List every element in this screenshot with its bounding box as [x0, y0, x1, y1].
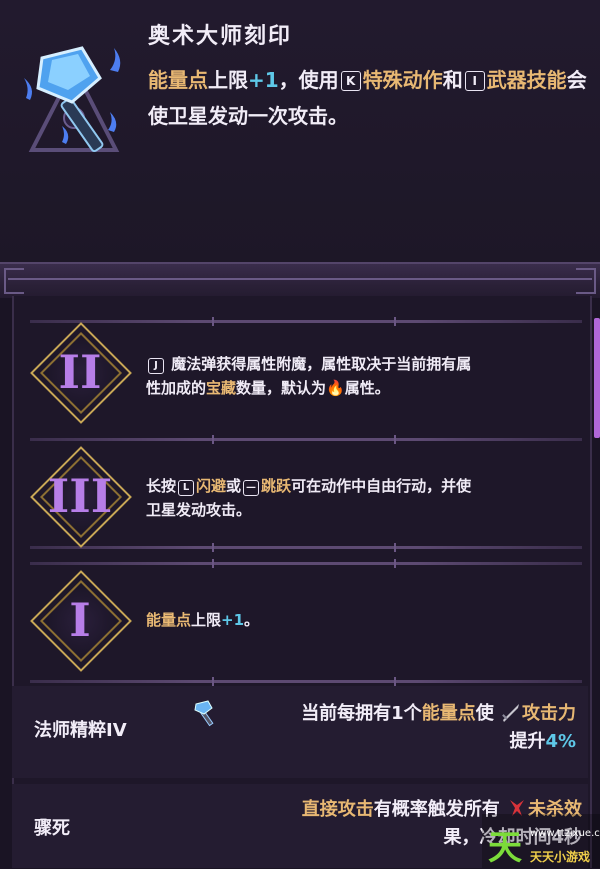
stat-text-a: 当前每拥有1个 — [301, 703, 422, 724]
plus-one-label: +1 — [221, 611, 245, 629]
desc-limit: 上限 — [208, 68, 248, 92]
watermark-logo: 天 www.ttzixue.com 天天小游戏 — [482, 814, 600, 868]
stat-text-c: 使 — [475, 703, 494, 724]
key-j-icon: J — [148, 358, 164, 374]
attack-label: 攻击力 — [522, 703, 576, 724]
stat-row-mage-essence[interactable]: 法师精粹IV 当前每拥有1个能量点使 攻击力 提升4% — [12, 686, 588, 778]
rank-numeral: II — [58, 345, 102, 399]
upgrade-1-text: 能量点上限+1。 — [146, 608, 586, 632]
watermark-char: 天 — [488, 828, 522, 868]
item-title: 奥术大师刻印 — [148, 24, 293, 49]
upgrade-2-line-a: 魔法弹获得属性附魔，属性取决于当前拥有属 — [171, 355, 472, 373]
row-divider — [30, 677, 582, 686]
desc-energy: 能量点 — [148, 68, 208, 92]
upgrade-3-text: 长按 L 闪避或 — 跳跃可在动作中自由行动，并使 卫星发动攻击。 — [146, 474, 586, 522]
stat-description: 当前每拥有1个能量点使 攻击力 提升4% — [212, 700, 576, 756]
desc-special-action: 特殊动作 — [362, 68, 443, 92]
key-l-icon: L — [178, 480, 195, 496]
item-card: 奥术大师刻印 能量点上限+1，使用 K 特殊动作和 I 武器技能会使卫星发动一次攻击。 — [0, 0, 600, 262]
stat-text-e: 提升 — [509, 731, 546, 752]
rank-badge: II — [30, 322, 132, 424]
crystal-hammer-icon — [12, 38, 132, 158]
limit-label: 上限 — [191, 611, 222, 629]
key-k-icon: K — [340, 71, 361, 91]
dodge-label: 闪避 — [196, 477, 227, 495]
watermark-site: www.ttzixue.com — [530, 828, 600, 839]
stat-percent: 4% — [545, 731, 576, 752]
energy-label: 能量点 — [421, 703, 476, 724]
jump-label: 跳跃 — [261, 477, 292, 495]
upgrade-3-line-f: 卫星发动攻击。 — [146, 501, 252, 519]
frame-corner-right — [576, 268, 596, 294]
period-label: 。 — [244, 611, 260, 629]
desc-weapon-skill: 武器技能 — [486, 68, 567, 92]
row-divider — [30, 435, 582, 444]
scrollbar[interactable] — [594, 318, 600, 438]
upgrade-2-line-b: 性加成的 — [146, 379, 207, 397]
stat-name: 法师精粹IV — [34, 720, 127, 741]
panel-frame — [0, 262, 600, 298]
fire-icon: 🔥 — [326, 379, 345, 397]
upgrade-3-or: 或 — [226, 477, 242, 495]
rank-numeral: III — [47, 469, 113, 523]
upgrade-2-line-d: 数量，默认为 — [236, 379, 327, 397]
key-i-icon: I — [464, 71, 485, 91]
watermark-label: 天天小游戏 — [530, 850, 591, 864]
item-description: 能量点上限+1，使用 K 特殊动作和 I 武器技能会使卫星发动一次攻击。 — [148, 62, 588, 134]
spacebar-key-icon: — — [243, 480, 260, 496]
frame-corner-left — [4, 268, 24, 294]
rank-badge: I — [30, 570, 132, 672]
desc-use: ，使用 — [278, 68, 339, 92]
desc-and: 和 — [442, 68, 463, 92]
row-divider — [30, 559, 582, 568]
stat-text-b: 有概率触发所有 — [373, 799, 500, 820]
frame-line — [8, 278, 592, 280]
energy-label: 能量点 — [146, 611, 192, 629]
upgrade-3-line-e: 可在动作中自由行动，并使 — [291, 477, 472, 495]
desc-plus-one: +1 — [248, 68, 279, 92]
rank-badge: III — [30, 446, 132, 548]
treasure-label: 宝藏 — [206, 379, 237, 397]
upgrade-2-line-e: 属性。 — [344, 379, 390, 397]
row-divider — [30, 543, 582, 552]
upgrade-2-text: J 魔法弹获得属性附魔，属性取决于当前拥有属 性加成的宝藏数量，默认为🔥属性。 — [146, 352, 586, 400]
stat-name: 骤死 — [34, 818, 70, 839]
sword-icon — [500, 701, 522, 723]
rank-numeral: I — [69, 593, 91, 647]
upgrade-3-hold: 长按 — [146, 477, 177, 495]
direct-attack-label: 直接攻击 — [301, 799, 374, 820]
